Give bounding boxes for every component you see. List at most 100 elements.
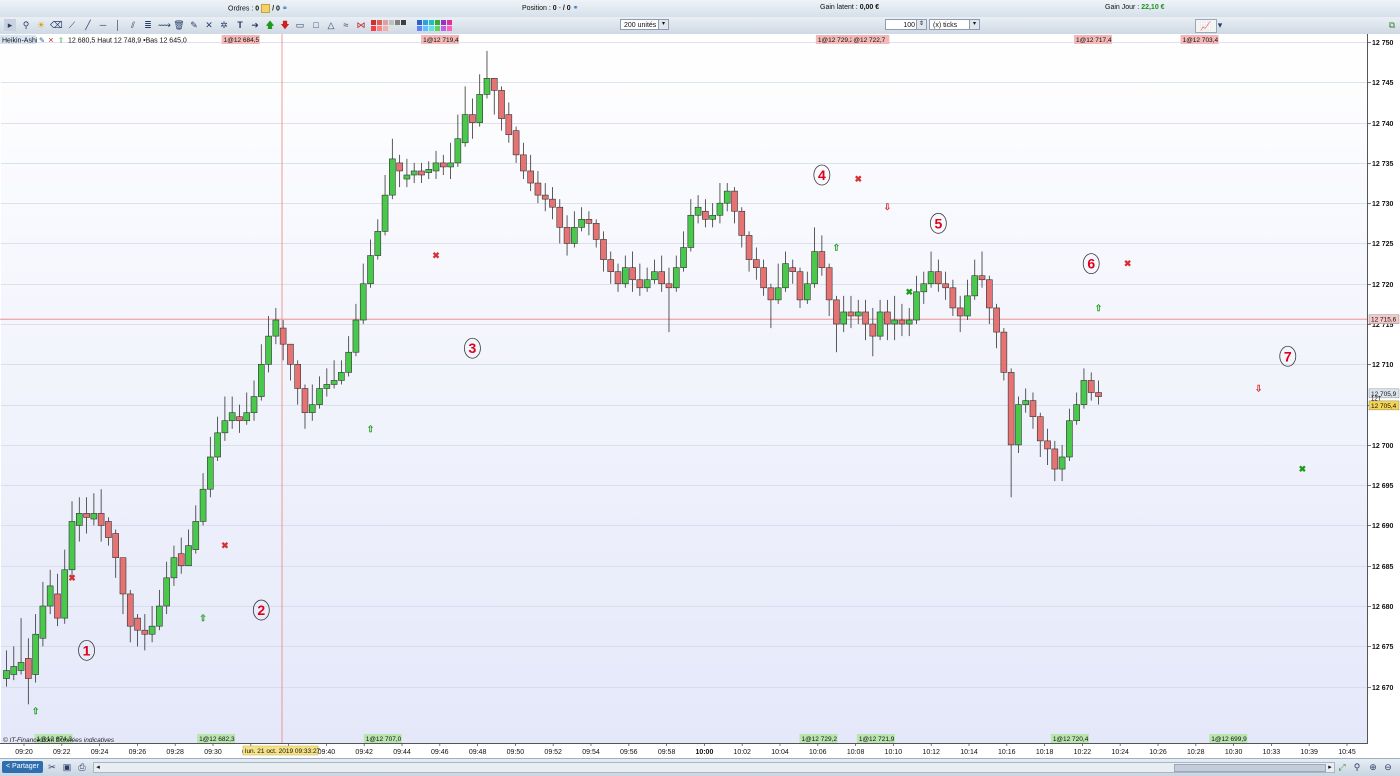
- position-value: 0: [552, 5, 557, 12]
- chevron-down-icon: ▾: [969, 20, 979, 29]
- legend-arrow-icon[interactable]: ⇧: [58, 37, 64, 45]
- bearish-candle: [1000, 328, 1008, 381]
- y-tick-label: 12 685: [1372, 564, 1394, 571]
- candle-body: [61, 569, 69, 619]
- bulb-icon[interactable]: ☀: [35, 19, 47, 31]
- chart-area[interactable]: 12 67012 67512 68012 68512 69012 69512 7…: [0, 34, 1400, 758]
- share-button[interactable]: < Partager: [2, 761, 43, 773]
- scroll-thumb[interactable]: [1174, 764, 1326, 772]
- candle-body: [709, 214, 716, 220]
- channel-icon[interactable]: ⫽: [127, 19, 139, 31]
- scroll-left-icon[interactable]: ◂: [94, 763, 102, 772]
- bottom-order-label-text: 1@12 682,3: [199, 736, 235, 743]
- sell-x-icon: ✖: [854, 174, 862, 184]
- horizontal-line-icon[interactable]: ─: [97, 19, 109, 31]
- candle-body: [374, 231, 382, 256]
- candle-body: [1007, 372, 1015, 446]
- candle-body: [381, 194, 389, 232]
- x-tick-label: 10:24: [1111, 749, 1129, 756]
- rectangle-icon[interactable]: ▭: [294, 19, 306, 31]
- x-tick-label: 10:33: [1263, 749, 1281, 756]
- candle-body: [214, 432, 221, 458]
- scroll-right-icon[interactable]: ▸: [1326, 763, 1334, 772]
- bottom-order-label: 1@12 699,9: [1209, 734, 1248, 743]
- candle-body: [592, 223, 600, 240]
- x-tick-label: 10:12: [922, 749, 940, 756]
- candle-body: [1087, 380, 1095, 393]
- x-tick-label: 10:28: [1187, 749, 1205, 756]
- square-icon[interactable]: □: [310, 19, 322, 31]
- trash-icon[interactable]: 🗑: [173, 19, 185, 31]
- candle-body: [490, 78, 498, 91]
- zoom-fit-icon[interactable]: ⚲: [1351, 761, 1363, 773]
- wave-label-number: 1: [83, 642, 91, 658]
- chart-type-icon[interactable]: 📈: [1195, 19, 1217, 33]
- candle-body: [272, 319, 280, 337]
- buy-arrow-icon: ⇧: [32, 706, 40, 716]
- bottom-order-label-text: 1@12 699,9: [1211, 736, 1247, 743]
- pencil-icon[interactable]: ✎: [188, 19, 200, 31]
- candle-body: [672, 267, 680, 289]
- bottom-order-label: 1@12 729,2: [799, 734, 838, 743]
- candle-body: [549, 198, 556, 208]
- link-icon[interactable]: ⚭: [282, 5, 288, 12]
- cross-tool-icon[interactable]: ✕: [203, 19, 215, 31]
- account-status-bar: Ordres : 0 / 0 ⚭ Position : 0 - / 0 ⚭ Ga…: [0, 0, 1400, 18]
- units-select[interactable]: 200 unités ▾: [620, 19, 669, 30]
- bottom-order-label: 1@12 707,0: [363, 734, 402, 743]
- triangle-icon[interactable]: △: [325, 19, 337, 31]
- position-link-icon[interactable]: ⚭: [573, 5, 579, 12]
- pointer-icon[interactable]: ▸: [4, 19, 16, 31]
- color-palette[interactable]: [371, 17, 461, 34]
- candle-body: [767, 287, 775, 301]
- top-order-label: 1@12 703,4: [1180, 35, 1219, 44]
- candle-body: [869, 323, 877, 337]
- buy-x-icon: ✖: [1299, 464, 1307, 474]
- detach-chart-icon[interactable]: ⧉: [1386, 19, 1398, 31]
- trend-icon[interactable]: ⟿: [158, 19, 171, 31]
- y-tick-label: 12 725: [1372, 241, 1394, 248]
- x-tick-label: 09:52: [544, 749, 562, 756]
- candle-body: [330, 380, 338, 385]
- zoom-icon[interactable]: ⚲: [20, 19, 32, 31]
- ray-icon[interactable]: ╱: [82, 19, 94, 31]
- pattern-icon[interactable]: ⋈: [355, 19, 367, 31]
- eraser-icon[interactable]: ⌫: [50, 19, 63, 31]
- top-order-label: 1@12 719,4: [421, 35, 460, 44]
- y-tick-label: 12 675: [1372, 644, 1394, 651]
- wave-label-number: 6: [1087, 256, 1095, 272]
- legend-close-icon[interactable]: ✕: [48, 38, 54, 45]
- image-icon[interactable]: ▣: [61, 761, 73, 773]
- sell-arrow-icon[interactable]: 🡇: [279, 19, 291, 31]
- fibonacci-icon[interactable]: ≣: [142, 19, 154, 31]
- ticks-quantity-input[interactable]: 100 ⇕: [885, 19, 927, 30]
- y-tick-label: 12 745: [1372, 80, 1394, 87]
- print-icon[interactable]: ⎙: [76, 761, 88, 773]
- legend-pencil-icon[interactable]: ✎: [39, 38, 45, 45]
- sell-x-icon: ✖: [221, 541, 229, 551]
- sell-x-icon: ✖: [68, 573, 76, 583]
- zoom-in-icon[interactable]: ⊕: [1367, 761, 1379, 773]
- y-tick-label: 12 695: [1372, 483, 1394, 490]
- candle-body: [956, 307, 964, 317]
- horizontal-scrollbar[interactable]: ◂ ▸: [93, 762, 1335, 773]
- buy-arrow-icon[interactable]: 🡅: [264, 19, 276, 31]
- chart-type-chevron-icon[interactable]: ▾: [1216, 19, 1224, 31]
- ticks-unit-value: (x) ticks: [933, 22, 958, 29]
- candle-body: [156, 605, 163, 627]
- vertical-line-icon[interactable]: │: [112, 19, 124, 31]
- line-icon[interactable]: ⟋: [66, 19, 78, 31]
- arrow-right-icon[interactable]: ➜: [249, 19, 261, 31]
- wave-icon[interactable]: ≈: [340, 19, 352, 31]
- magnet-icon[interactable]: ✲: [218, 19, 230, 31]
- y-tick-label: 12 700: [1372, 443, 1394, 450]
- scissors-icon[interactable]: ✂: [46, 761, 58, 773]
- zoom-out-icon[interactable]: ⊖: [1382, 761, 1394, 773]
- ticks-unit-select[interactable]: (x) ticks ▾: [929, 19, 980, 30]
- candle-body: [1095, 392, 1102, 397]
- autoscale-icon[interactable]: ⤢: [1336, 761, 1348, 773]
- text-tool-icon[interactable]: 𝐓: [234, 19, 246, 31]
- candle-body: [774, 287, 782, 301]
- stepper-icon[interactable]: ⇕: [916, 20, 926, 29]
- candle-body: [323, 384, 331, 389]
